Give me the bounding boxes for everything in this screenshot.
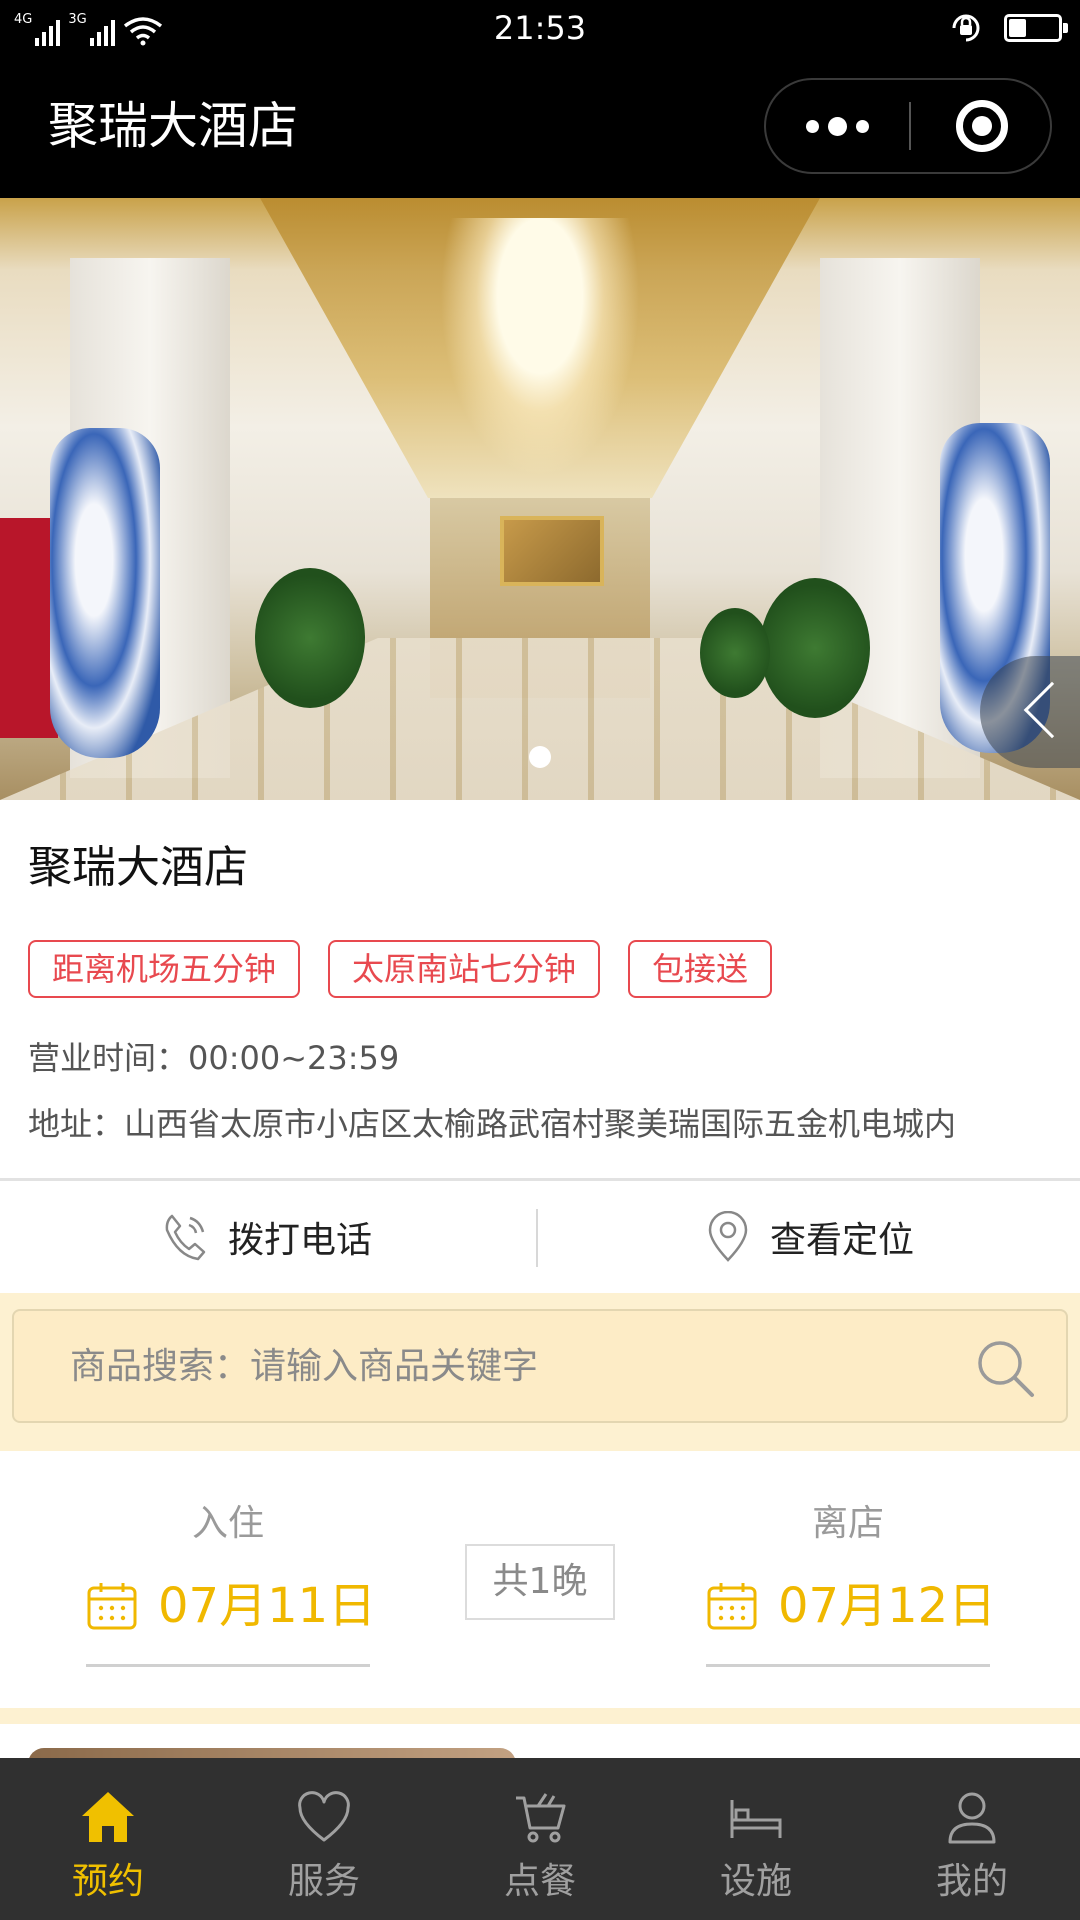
porcelain-vase: [50, 428, 160, 758]
section-separator: [0, 1708, 1080, 1724]
carousel-prev-button[interactable]: [980, 656, 1080, 768]
heart-icon: [298, 1791, 350, 1842]
calendar-icon: [87, 1583, 137, 1630]
phone-icon: [165, 1214, 206, 1261]
checkout-underline: [706, 1664, 990, 1667]
view-location-button[interactable]: 查看定位: [706, 1181, 914, 1293]
battery-icon: [1004, 14, 1068, 42]
tab-services[interactable]: 服务: [216, 1758, 432, 1920]
chevron-left-icon: [1023, 681, 1080, 739]
checkin-date-picker[interactable]: 07月11日: [86, 1576, 376, 1636]
action-divider: [536, 1209, 538, 1267]
checkin-label: 入住: [191, 1503, 264, 1544]
tab-ordering[interactable]: 点餐: [432, 1758, 648, 1920]
checkout-label: 离店: [811, 1503, 884, 1544]
hotel-address: 地址：山西省太原市小店区太榆路武宿村聚美瑞国际五金机电城内: [28, 1105, 957, 1143]
carousel-dot[interactable]: [529, 746, 551, 768]
checkin-date: 07月11日: [158, 1578, 377, 1634]
tag-airport: 距离机场五分钟: [28, 940, 301, 998]
cart-icon: [516, 1793, 566, 1843]
tab-facilities[interactable]: 设施: [648, 1758, 864, 1920]
search-placeholder: 商品搜索：请输入商品关键字: [70, 1346, 539, 1387]
checkout-date: 07月12日: [778, 1578, 997, 1634]
bed-icon: [730, 1800, 782, 1838]
hotel-name: 聚瑞大酒店: [28, 842, 248, 893]
status-time: 21:53: [493, 9, 587, 47]
location-label: 查看定位: [770, 1220, 915, 1261]
carousel-indicator: [0, 746, 1080, 768]
tab-booking[interactable]: 预约: [0, 1758, 216, 1920]
nav-bar: 聚瑞大酒店: [0, 56, 1080, 198]
tab-label: 我的: [935, 1861, 1008, 1902]
checkout-date-picker[interactable]: 07月12日: [706, 1576, 996, 1636]
bottom-tab-bar: 预约 服务 点餐 设施 我的: [0, 1758, 1080, 1920]
status-right: [948, 10, 1068, 46]
tag-shuttle: 包接送: [628, 940, 773, 998]
home-icon: [82, 1792, 134, 1842]
business-hours: 营业时间：00:00~23:59: [28, 1039, 400, 1077]
hotel-banner-carousel[interactable]: [0, 198, 1080, 800]
location-pin-icon: [708, 1211, 748, 1262]
checkin-underline: [86, 1664, 370, 1667]
user-icon: [948, 1792, 996, 1844]
tab-profile[interactable]: 我的: [864, 1758, 1080, 1920]
call-button[interactable]: 拨打电话: [162, 1181, 372, 1293]
call-label: 拨打电话: [228, 1220, 373, 1261]
tab-label: 设施: [719, 1861, 792, 1902]
target-icon: [955, 100, 1008, 152]
chandelier: [440, 218, 640, 478]
tab-label: 服务: [287, 1861, 360, 1902]
tab-label: 预约: [71, 1861, 144, 1902]
status-bar: 4G 3G 21:53: [0, 0, 1080, 56]
calendar-icon: [707, 1583, 757, 1630]
rotation-lock-icon: [952, 14, 980, 42]
search-section: 商品搜索：请输入商品关键字: [0, 1293, 1080, 1451]
feature-tags: 距离机场五分钟 太原南站七分钟 包接送: [28, 940, 773, 998]
page-title: 聚瑞大酒店: [48, 97, 298, 155]
close-mini-program-button[interactable]: [911, 80, 1052, 172]
tab-label: 点餐: [503, 1861, 576, 1902]
contact-actions: 拨打电话 查看定位: [0, 1181, 1080, 1293]
battery-level: [1009, 19, 1026, 37]
more-menu-button[interactable]: [766, 80, 909, 172]
search-icon[interactable]: [974, 1337, 1036, 1399]
search-input[interactable]: 商品搜索：请输入商品关键字: [12, 1309, 1068, 1423]
nights-count: 共1晚: [465, 1544, 615, 1620]
mini-program-capsule: [764, 78, 1052, 174]
tag-station: 太原南站七分钟: [328, 940, 601, 998]
